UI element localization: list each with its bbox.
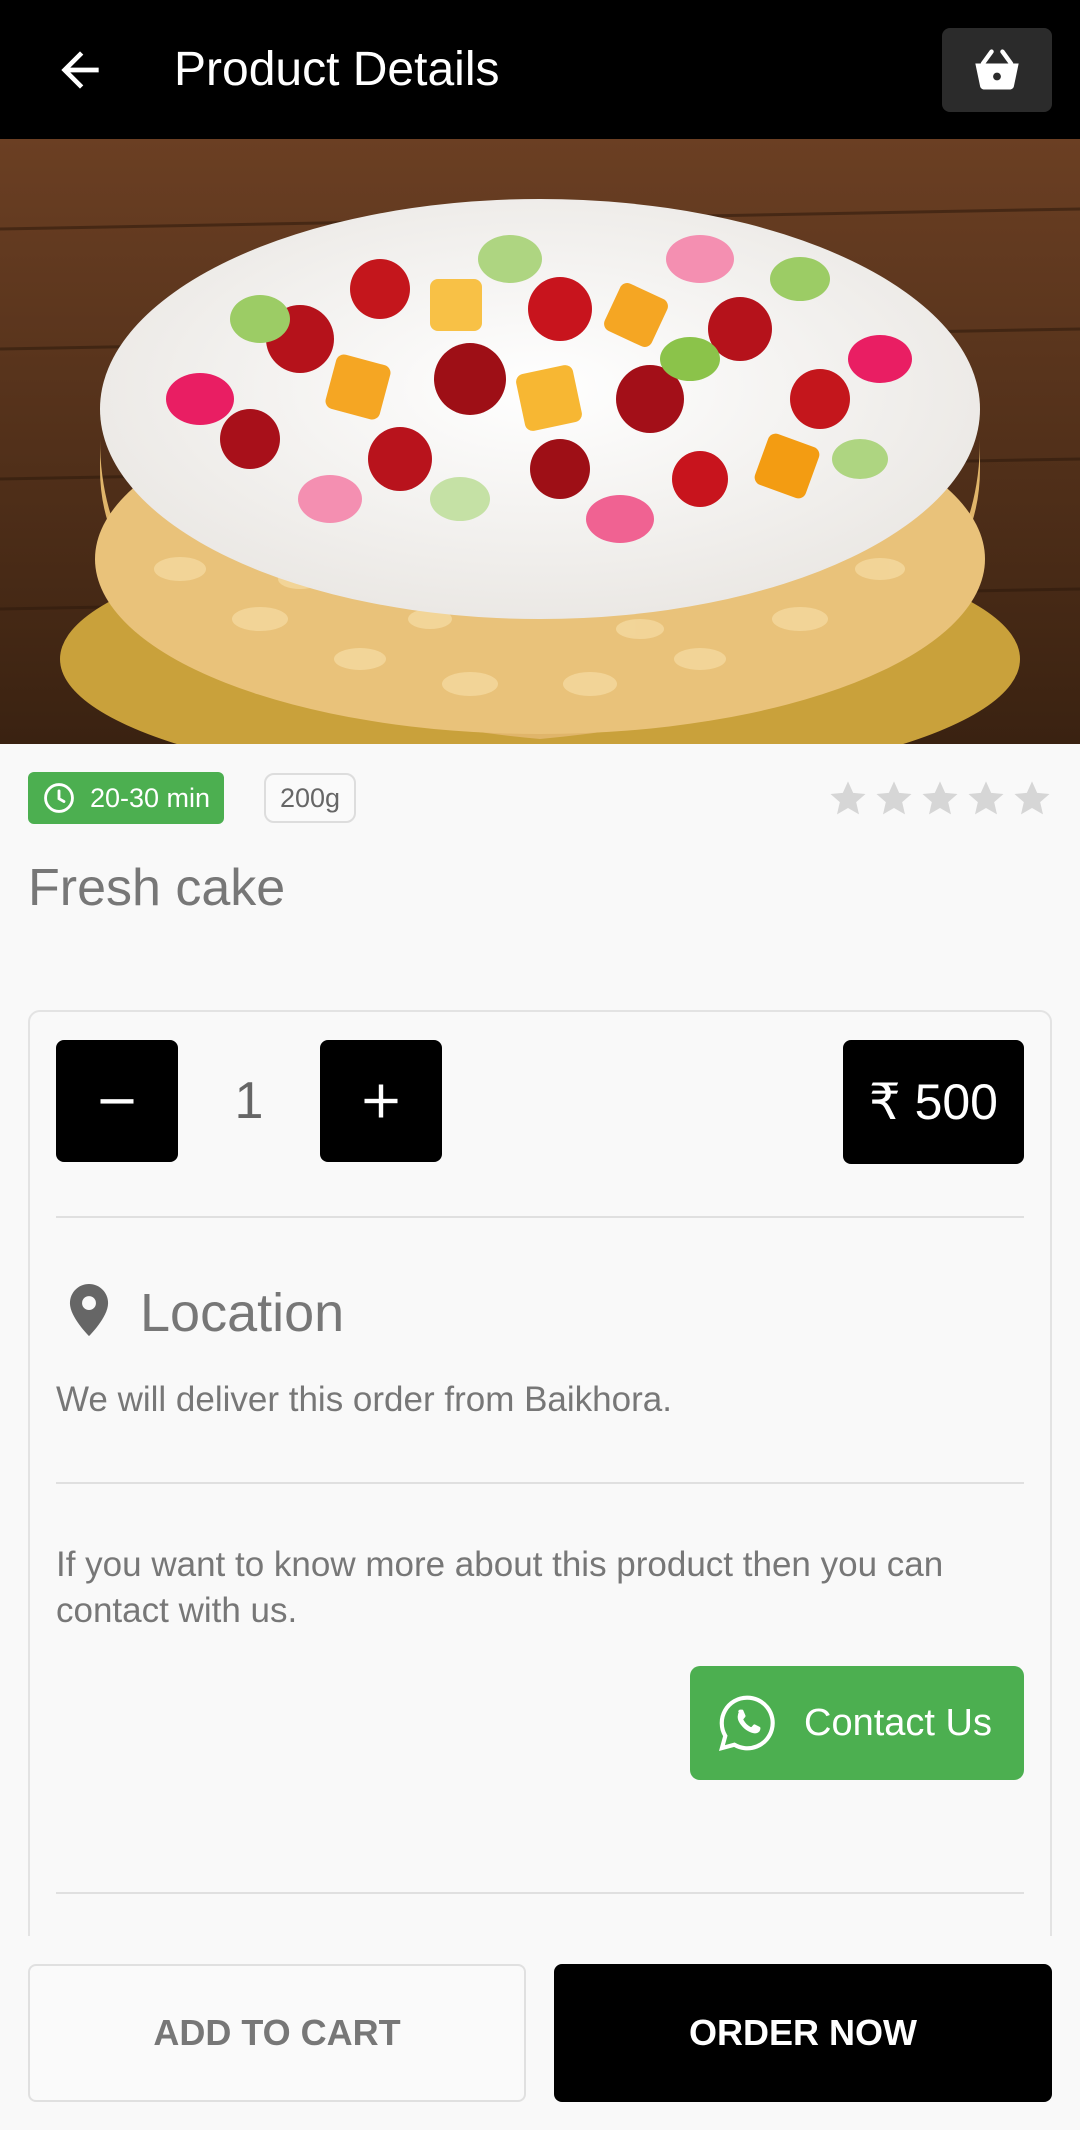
quantity-value: 1 xyxy=(234,1072,264,1130)
product-image xyxy=(0,139,1080,744)
minus-icon xyxy=(100,1099,134,1104)
plus-icon xyxy=(364,1084,398,1118)
delivery-time-text: 20-30 min xyxy=(90,782,211,813)
cart-button[interactable] xyxy=(942,28,1052,112)
add-to-cart-button[interactable]: ADD TO CART xyxy=(28,1964,526,2102)
star-icon[interactable] xyxy=(920,778,960,818)
product-meta: 20-30 min 200g xyxy=(28,772,1052,826)
divider xyxy=(56,1482,1024,1484)
location-title: Location xyxy=(140,1283,345,1343)
contact-info-text: If you want to know more about this prod… xyxy=(56,1545,944,1630)
back-button[interactable] xyxy=(44,34,116,106)
page-title: Product Details xyxy=(174,43,500,96)
basket-icon xyxy=(975,49,1019,90)
increase-quantity-button[interactable] xyxy=(320,1040,442,1162)
whatsapp-icon xyxy=(718,1695,775,1752)
clock-icon xyxy=(44,783,74,813)
app-bar: Product Details xyxy=(0,0,1080,139)
contact-us-button[interactable]: Contact Us xyxy=(690,1666,1024,1780)
contact-us-label: Contact Us xyxy=(804,1701,992,1744)
star-icon[interactable] xyxy=(828,778,868,818)
rating-stars xyxy=(828,778,1052,818)
order-now-button[interactable]: ORDER NOW xyxy=(554,1964,1052,2102)
delivery-time-badge: 20-30 min xyxy=(28,772,225,824)
bottom-action-bar: ADD TO CART ORDER NOW xyxy=(0,1936,1080,2130)
decrease-quantity-button[interactable] xyxy=(56,1040,178,1162)
location-pin-icon xyxy=(69,1284,109,1336)
location-text: We will deliver this order from Baikhora… xyxy=(56,1380,672,1419)
weight-badge: 200g xyxy=(264,773,357,823)
star-icon[interactable] xyxy=(1012,778,1052,818)
arrow-left-icon xyxy=(61,51,99,89)
star-icon[interactable] xyxy=(874,778,914,818)
divider xyxy=(56,1216,1024,1218)
price-badge: ₹ 500 xyxy=(842,1040,1024,1164)
star-icon[interactable] xyxy=(966,778,1006,818)
divider xyxy=(56,1892,1024,1894)
product-name: Fresh cake xyxy=(28,859,286,917)
